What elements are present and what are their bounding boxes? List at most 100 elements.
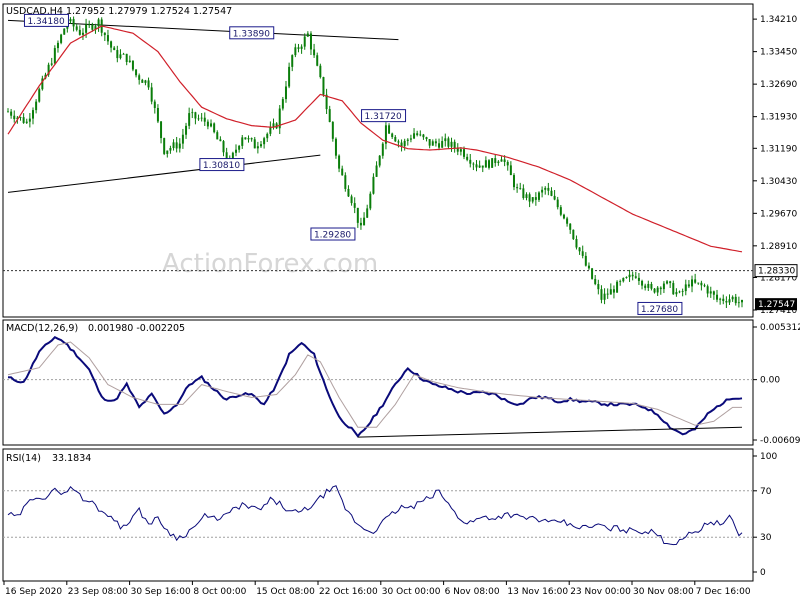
candle-body <box>150 87 153 102</box>
candle-body <box>603 293 606 300</box>
candle-body <box>453 141 456 148</box>
x-tick-label: 16 Sep 2020 <box>5 587 62 597</box>
candle-body <box>200 117 203 119</box>
x-tick-label: 6 Nov 08:00 <box>445 587 500 597</box>
candle-body <box>475 164 478 168</box>
candle-body <box>344 175 347 189</box>
candle-body <box>575 239 578 248</box>
candle-body <box>394 137 397 142</box>
price-annotation-label: 1.27680 <box>641 305 678 315</box>
candle-body <box>135 69 138 76</box>
candle-body <box>291 55 294 67</box>
candle-body <box>166 150 169 154</box>
candle-body <box>413 133 416 139</box>
candle-body <box>584 255 587 266</box>
candle-body <box>641 280 644 286</box>
candle-body <box>488 160 491 168</box>
candle-body <box>356 207 359 223</box>
candle-body <box>725 301 728 303</box>
candle-body <box>438 143 441 148</box>
candle-body <box>241 137 244 146</box>
candle-body <box>7 111 9 113</box>
candle-body <box>156 107 159 122</box>
candle-body <box>716 294 719 300</box>
candle-body <box>519 188 522 190</box>
price-y-tick-label: 1.31190 <box>760 144 797 154</box>
candle-body <box>656 287 659 293</box>
candle-body <box>288 66 291 87</box>
candle-body <box>316 55 319 66</box>
candle-body <box>541 189 544 193</box>
candle-body <box>609 289 612 295</box>
candle-body <box>703 285 706 287</box>
candle-body <box>216 132 219 140</box>
rsi-header-title: RSI(14) <box>6 453 41 464</box>
candle-body <box>459 149 462 152</box>
price-annotation-label: 1.34180 <box>27 17 64 27</box>
candle-body <box>194 112 197 119</box>
candle-body <box>381 143 384 156</box>
candle-body <box>466 156 469 160</box>
candle-body <box>263 138 266 145</box>
candle-body <box>144 80 147 83</box>
candle-body <box>644 285 647 288</box>
forex-chart: ActionForex.com USDCAD,H4 1.27952 1.2797… <box>0 0 800 600</box>
price-annotation-label: 1.29280 <box>314 231 351 241</box>
candle-body <box>737 302 740 304</box>
price-y-tick-label: 1.28910 <box>760 242 797 252</box>
candle-body <box>306 33 309 37</box>
candle-body <box>10 111 13 116</box>
candle-body <box>56 42 59 49</box>
candle-body <box>669 281 672 284</box>
candle-body <box>547 187 550 191</box>
rsi-header-values: 33.1834 <box>52 453 91 464</box>
rsi-y-tick-label: 100 <box>760 452 777 462</box>
candle-body <box>422 134 425 138</box>
candle-body <box>178 143 181 149</box>
candle-body <box>75 26 78 30</box>
candle-body <box>97 19 100 27</box>
candle-body <box>562 214 565 219</box>
candle-body <box>428 139 431 146</box>
candle-body <box>647 283 650 288</box>
candle-body <box>697 282 700 284</box>
price-annotation-label: 1.31720 <box>365 112 402 122</box>
candle-body <box>622 277 625 282</box>
price-y-tick-label: 1.33450 <box>760 48 797 58</box>
rsi-y-tick-label: 70 <box>760 487 772 497</box>
candle-body <box>238 145 241 150</box>
x-tick-label: 23 Sep 08:00 <box>68 587 128 597</box>
candle-body <box>441 141 444 148</box>
candle-body <box>397 141 400 143</box>
candle-body <box>391 133 394 138</box>
x-tick-label: 30 Oct 00:00 <box>382 587 441 597</box>
candle-body <box>353 203 356 208</box>
candle-body <box>172 142 175 149</box>
candle-body <box>537 192 540 200</box>
candle-body <box>103 32 106 36</box>
candle-body <box>141 79 144 83</box>
candle-body <box>569 223 572 230</box>
candle-body <box>53 48 56 64</box>
price-y-tick-label: 1.34210 <box>760 15 797 25</box>
candle-body <box>210 123 213 127</box>
candle-body <box>197 118 200 120</box>
candle-body <box>494 158 497 163</box>
candle-body <box>363 217 366 226</box>
candle-body <box>72 19 75 27</box>
candle-body <box>619 281 622 283</box>
candle-body <box>91 24 94 30</box>
candle-body <box>303 36 306 47</box>
macd-header-title: MACD(12,26,9) <box>6 323 78 334</box>
candle-body <box>256 146 259 149</box>
candle-body <box>484 160 487 168</box>
candle-body <box>160 121 163 139</box>
candle-body <box>497 161 500 163</box>
candle-body <box>19 117 22 118</box>
candle-body <box>185 125 188 135</box>
candle-body <box>378 155 381 166</box>
macd-header-values: 0.001980 -0.002205 <box>88 323 185 334</box>
candle-body <box>691 279 694 287</box>
candle-body <box>244 137 247 140</box>
candle-body <box>694 279 697 283</box>
